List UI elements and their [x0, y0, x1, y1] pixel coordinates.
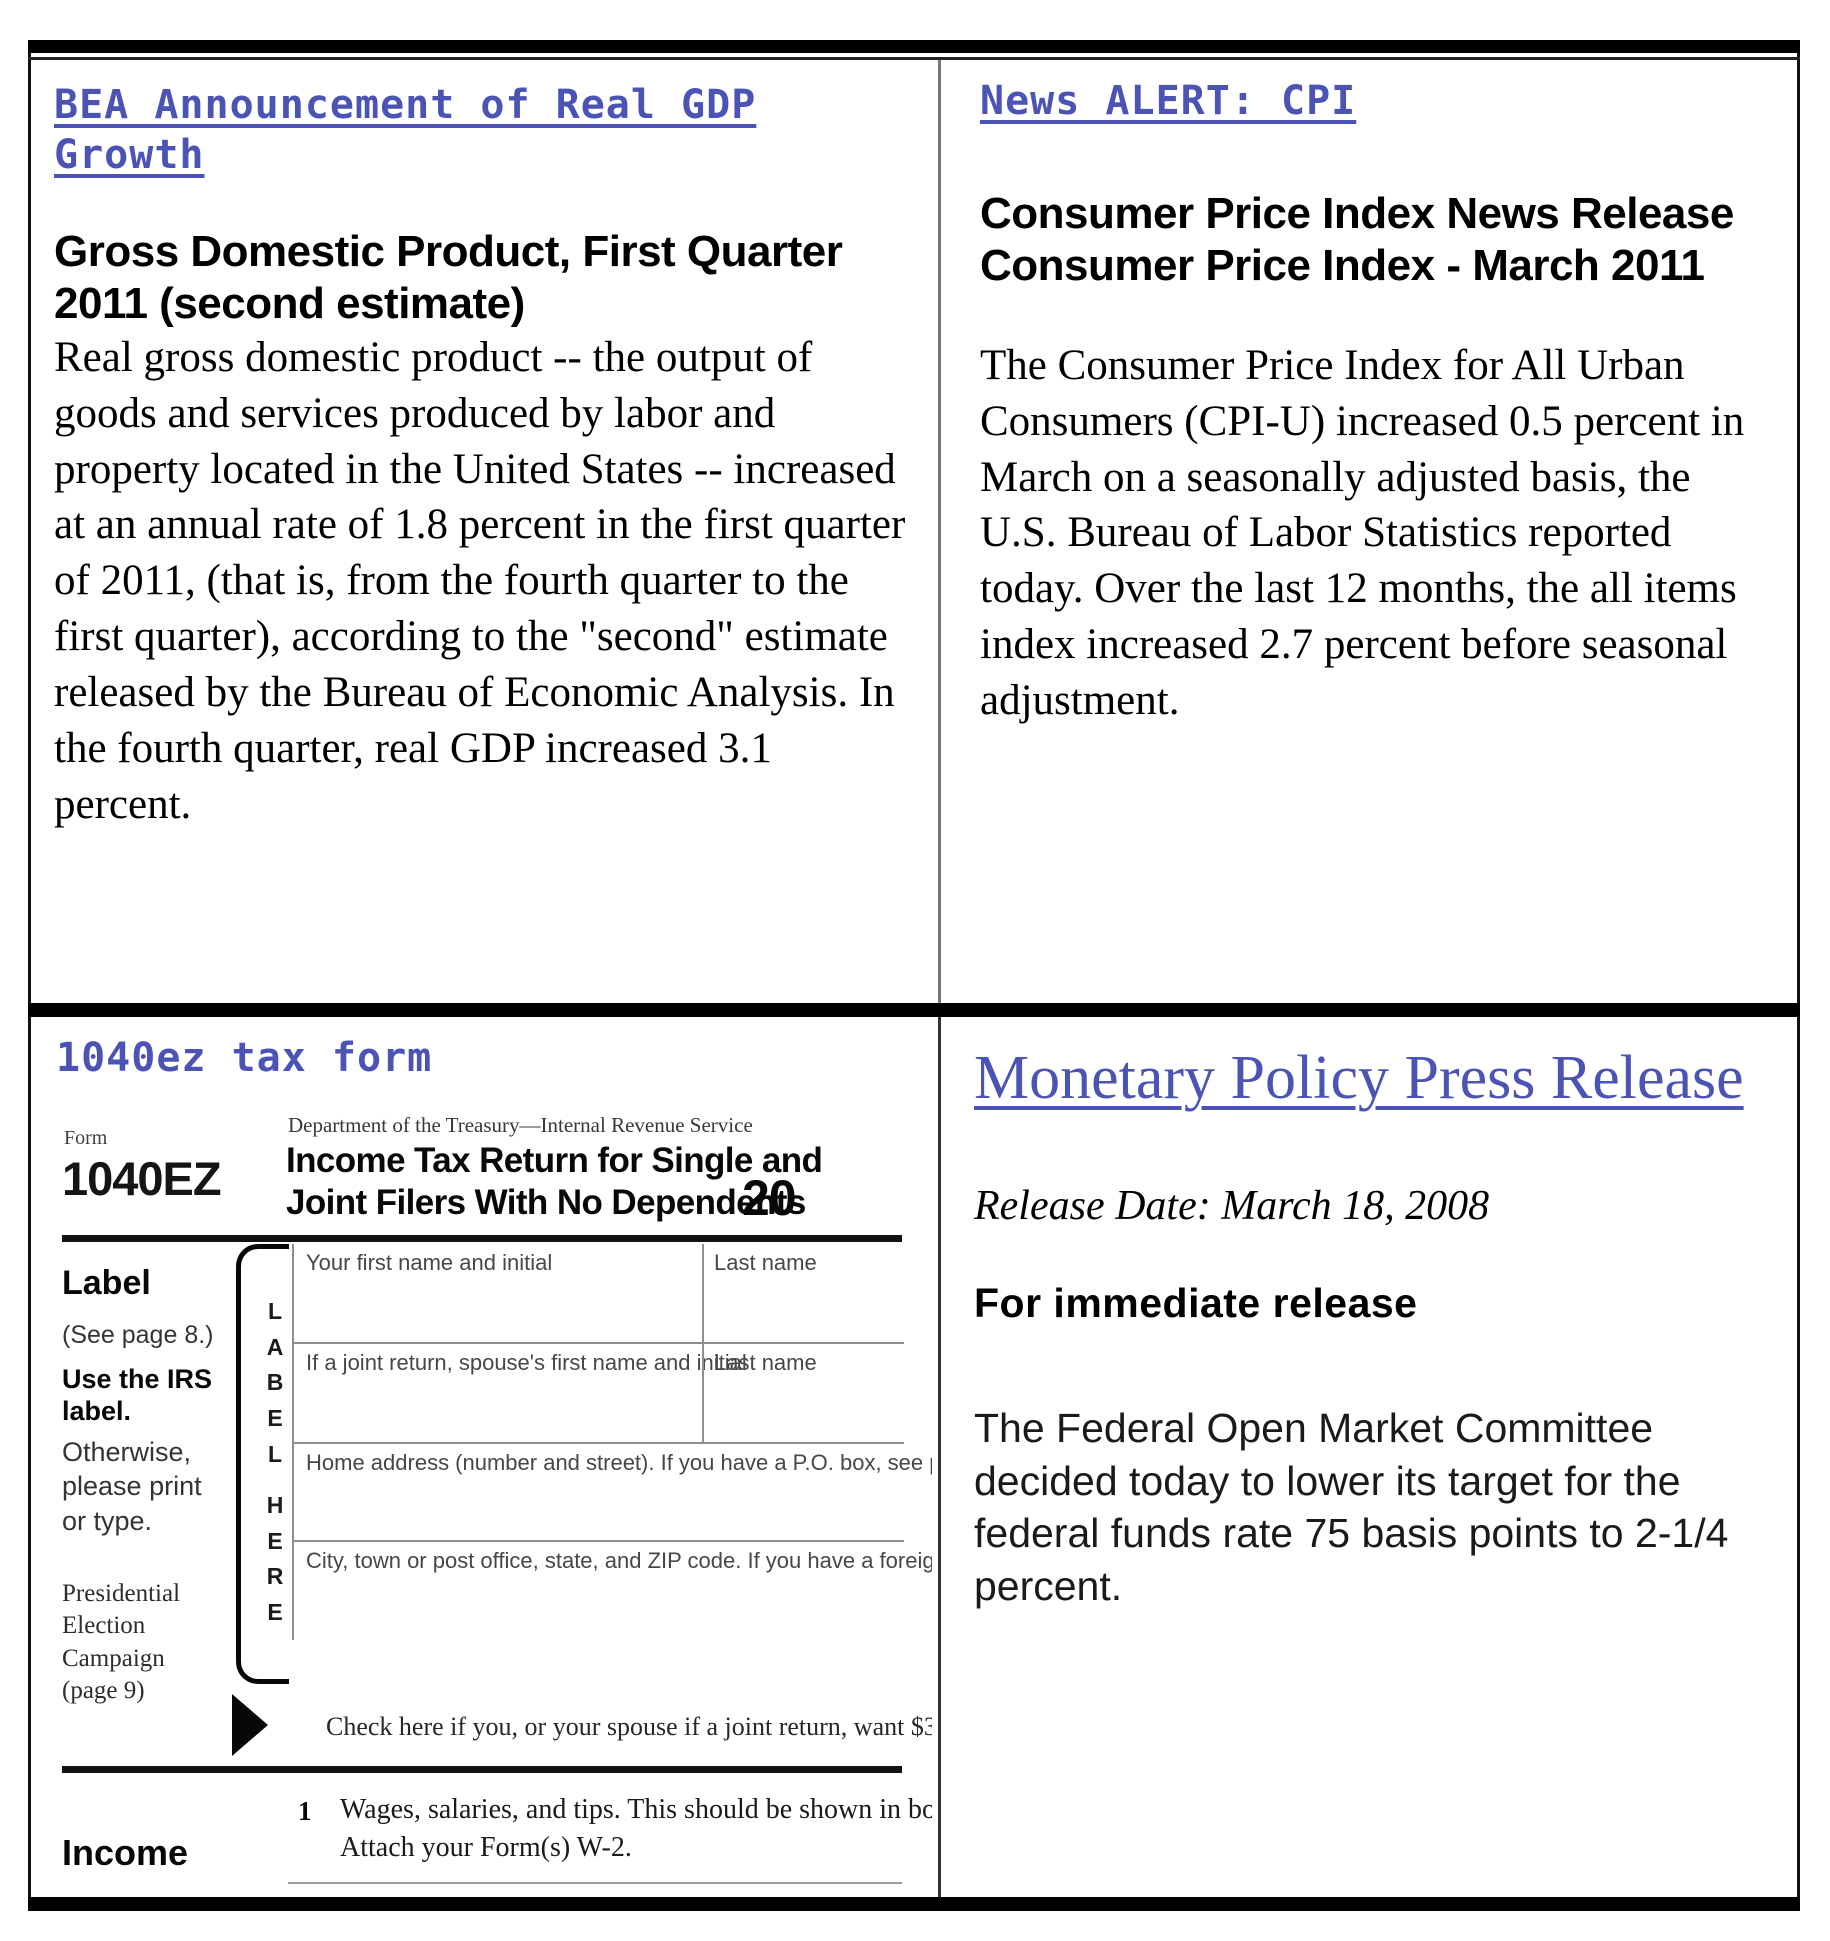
top-rule — [28, 40, 1800, 53]
vstrip-gap — [262, 1472, 288, 1488]
label-here-vertical-strip: L A B E L H E R E — [262, 1294, 288, 1631]
field-spouse-last-name-label: Last name — [714, 1350, 817, 1375]
label-use-irs-line-2: label. — [62, 1395, 132, 1426]
form-field-row: Home address (number and street). If you… — [294, 1444, 932, 1542]
label-see-page-note: (See page 8.) — [62, 1321, 214, 1349]
form-field-row: Your first name and initial Last name — [294, 1244, 904, 1344]
top-rule-thin — [28, 57, 1800, 60]
vstrip-letter: L — [267, 1298, 283, 1324]
link-1040ez-tax-form[interactable]: 1040ez tax form — [56, 1033, 932, 1083]
field-city-state-zip-label: City, town or post office, state, and ZI… — [306, 1548, 932, 1573]
vstrip-letter: B — [266, 1369, 284, 1396]
panel-cpi: News ALERT: CPI Consumer Price Index New… — [948, 62, 1794, 1000]
income-attach-line-1: Attach — [62, 1894, 165, 1897]
label-instructions-column: Label (See page 8.) Use the IRS label. O… — [62, 1242, 230, 1707]
panel-tax-form: 1040ez tax form Form 1040EZ Department o… — [34, 1019, 932, 1897]
field-last-name-label: Last name — [714, 1250, 817, 1275]
tax-form-field-grid: Your first name and initial Last name If… — [292, 1244, 932, 1640]
income-line-1-number: 1 — [298, 1796, 312, 1826]
bottom-rule — [28, 1897, 1800, 1911]
cpi-body-text: The Consumer Price Index for All Urban C… — [980, 341, 1745, 725]
income-line-1-text-b: Attach your Form(s) W-2. — [340, 1832, 632, 1863]
form-field-row: City, town or post office, state, and ZI… — [294, 1542, 932, 1640]
vertical-divider-bottom — [938, 1017, 941, 1897]
link-bea-gdp-announcement[interactable]: BEA Announcement of Real GDP Growth — [54, 80, 906, 180]
fomc-body-text: The Federal Open Market Committee decide… — [974, 1405, 1729, 1609]
label-otherwise-line-1: Otherwise, — [62, 1436, 192, 1467]
panel-gdp: BEA Announcement of Real GDP Growth Gros… — [34, 62, 932, 1000]
fomc-release-date: Release Date: March 18, 2008 — [974, 1182, 1490, 1229]
field-row-splitter — [702, 1344, 704, 1442]
vertical-divider-top — [938, 60, 941, 1003]
field-first-name-label: Your first name and initial — [306, 1250, 553, 1275]
label-use-irs-line-1: Use the IRS — [62, 1364, 213, 1394]
tax-form-header: Form 1040EZ Department of the Treasury—I… — [40, 1107, 932, 1235]
vstrip-letter: H — [266, 1492, 284, 1519]
presidential-campaign-line-4: (page 9) — [62, 1677, 145, 1705]
income-section-title: Income — [62, 1832, 189, 1873]
form-field-row: If a joint return, spouse's first name a… — [294, 1344, 904, 1444]
label-otherwise-line-3: or type. — [62, 1505, 153, 1536]
presidential-check-here-text: Check here if you, or your spouse if a j… — [326, 1712, 932, 1741]
link-news-alert-cpi[interactable]: News ALERT: CPI — [980, 76, 1768, 126]
income-line-1-text-a: Wages, salaries, and tips. This should b… — [340, 1794, 932, 1825]
label-section-title: Label — [62, 1264, 151, 1302]
field-spouse-first-name-label: If a joint return, spouse's first name a… — [306, 1350, 747, 1375]
label-otherwise-line-2: please print — [62, 1471, 202, 1502]
vstrip-letter: E — [267, 1404, 283, 1431]
presidential-campaign-line-3: Campaign — [62, 1644, 165, 1672]
form-number-label: 1040EZ — [62, 1152, 222, 1205]
vstrip-letter: L — [267, 1440, 283, 1467]
middle-rule — [28, 1003, 1800, 1017]
form-year-label: 20 — [742, 1170, 797, 1226]
form-title-line-2: Joint Filers With No Dependents — [286, 1183, 806, 1222]
screenshot-root: BEA Announcement of Real GDP Growth Gros… — [0, 0, 1830, 1941]
presidential-campaign-line-2: Election — [62, 1612, 146, 1640]
income-line-1-underline — [288, 1882, 902, 1884]
vstrip-letter: A — [266, 1333, 284, 1360]
vstrip-letter: E — [267, 1599, 283, 1626]
treasury-department-label: Department of the Treasury—Internal Reve… — [288, 1113, 753, 1137]
gdp-body-text: Real gross domestic product -- the outpu… — [54, 333, 906, 828]
form-header-rule — [62, 1235, 902, 1242]
tax-form-image: Form 1040EZ Department of the Treasury—I… — [40, 1107, 932, 1897]
field-row-splitter — [702, 1244, 704, 1342]
presidential-campaign-line-1: Presidential — [62, 1579, 181, 1607]
field-home-address-label: Home address (number and street). If you… — [306, 1450, 932, 1475]
vstrip-letter: R — [266, 1563, 284, 1590]
triangle-pointer-icon — [232, 1694, 268, 1756]
cpi-heading: Consumer Price Index News Release Consum… — [980, 189, 1734, 290]
link-monetary-policy-press-release[interactable]: Monetary Policy Press Release — [974, 1041, 1774, 1117]
gdp-heading: Gross Domestic Product, First Quarter 20… — [54, 227, 843, 328]
fomc-immediate-release-heading: For immediate release — [974, 1280, 1418, 1327]
form-word-label: Form — [64, 1127, 108, 1149]
tax-form-label-section: Label (See page 8.) Use the IRS label. O… — [40, 1242, 932, 1897]
panel-monetary-policy: Monetary Policy Press Release Release Da… — [948, 1019, 1794, 1897]
vstrip-letter: E — [267, 1527, 283, 1554]
income-section-rule — [62, 1766, 902, 1773]
